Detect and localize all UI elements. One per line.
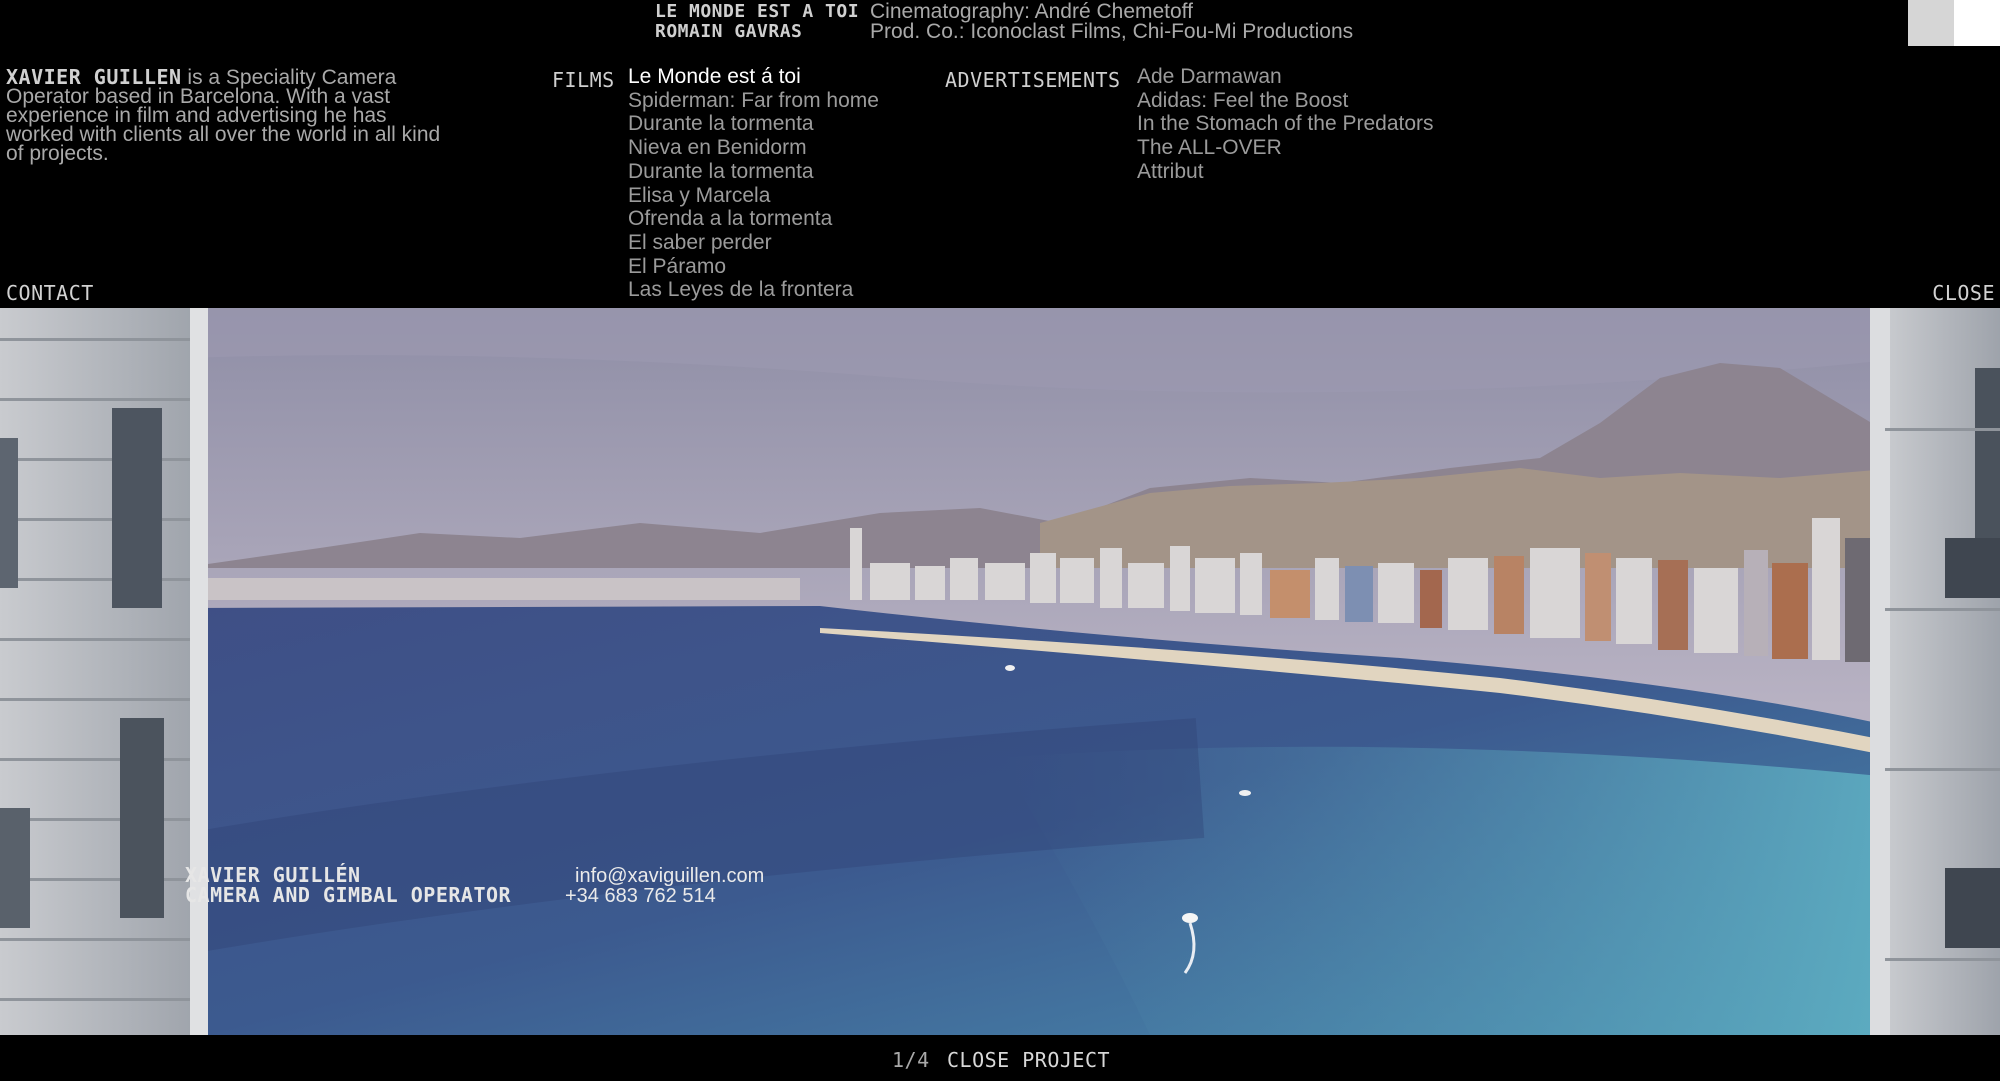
- film-item[interactable]: Las Leyes de la frontera: [628, 278, 879, 302]
- film-item[interactable]: Durante la tormenta: [628, 160, 879, 184]
- overlay-name: XAVIER GUILLÉN: [185, 863, 361, 887]
- project-still-image: [0, 308, 2000, 1035]
- advertisement-item[interactable]: The ALL-OVER: [1137, 136, 1434, 160]
- overlay-operator-credit: XAVIER GUILLÉN CAMERA AND GIMBAL OPERATO…: [185, 865, 511, 905]
- cinematography-credit: Cinematography: André Chemetoff: [870, 0, 1193, 23]
- project-director: ROMAIN GAVRAS: [655, 21, 803, 42]
- slide-counter: 1/4: [892, 1048, 930, 1072]
- overlay-email-link[interactable]: info@xaviguillen.com: [565, 866, 764, 886]
- film-item[interactable]: Nieva en Benidorm: [628, 136, 879, 160]
- film-item[interactable]: Elisa y Marcela: [628, 184, 879, 208]
- advertisements-list: Ade Darmawan Adidas: Feel the Boost In t…: [1137, 65, 1434, 184]
- film-item[interactable]: Le Monde est á toi: [628, 65, 879, 89]
- overlay-contact-info: info@xaviguillen.com +34 683 762 514: [565, 866, 764, 906]
- advertisement-item[interactable]: In the Stomach of the Predators: [1137, 112, 1434, 136]
- overlay-role: CAMERA AND GIMBAL OPERATOR: [185, 883, 512, 907]
- films-list: Le Monde est á toi Spiderman: Far from h…: [628, 65, 879, 302]
- close-project-button[interactable]: CLOSE PROJECT: [947, 1048, 1110, 1072]
- bio: XAVIER GUILLEN is a Speciality Camera Op…: [6, 67, 456, 164]
- film-item[interactable]: Ofrenda a la tormenta: [628, 207, 879, 231]
- films-heading: FILMS: [552, 68, 615, 92]
- advertisement-item[interactable]: Ade Darmawan: [1137, 65, 1434, 89]
- production-credit: Prod. Co.: Iconoclast Films, Chi-Fou-Mi …: [870, 20, 1354, 43]
- project-title: LE MONDE EST A TOI: [655, 1, 860, 22]
- film-item[interactable]: Spiderman: Far from home: [628, 89, 879, 113]
- advertisement-item[interactable]: Adidas: Feel the Boost: [1137, 89, 1434, 113]
- project-title-block: LE MONDE EST A TOI ROMAIN GAVRAS: [655, 2, 870, 42]
- film-item[interactable]: El saber perder: [628, 231, 879, 255]
- close-button[interactable]: CLOSE: [1932, 281, 1995, 305]
- film-item[interactable]: Durante la tormenta: [628, 112, 879, 136]
- corner-square: [1908, 0, 2000, 46]
- footer-bar: 1/4 CLOSE PROJECT: [0, 1035, 2000, 1081]
- contact-link[interactable]: CONTACT: [6, 281, 94, 305]
- film-item[interactable]: El Páramo: [628, 255, 879, 279]
- advertisements-heading: ADVERTISEMENTS: [945, 68, 1121, 92]
- overlay-phone[interactable]: +34 683 762 514: [565, 886, 764, 906]
- project-credits: Cinematography: André Chemetoff Prod. Co…: [870, 0, 1354, 43]
- advertisement-item[interactable]: Attribut: [1137, 160, 1434, 184]
- project-header: LE MONDE EST A TOI ROMAIN GAVRAS Cinemat…: [655, 0, 1354, 43]
- benidorm-bay-illustration: [0, 308, 2000, 1035]
